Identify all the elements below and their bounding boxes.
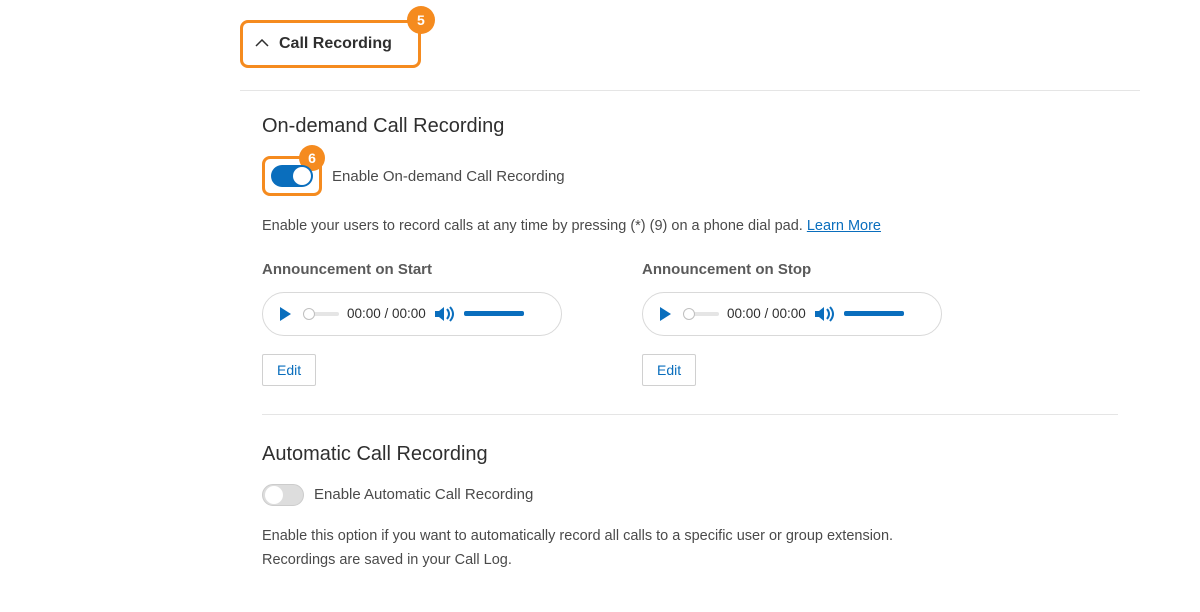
- divider: [240, 90, 1140, 91]
- on-demand-toggle[interactable]: [271, 165, 313, 187]
- on-demand-section: On-demand Call Recording 6 Enable On-dem…: [240, 115, 1140, 573]
- automatic-description: Enable this option if you want to automa…: [262, 524, 902, 573]
- play-button-start[interactable]: [273, 302, 297, 326]
- automatic-title: Automatic Call Recording: [262, 443, 1118, 466]
- time-display-stop: 00:00 / 00:00: [727, 306, 806, 321]
- automatic-toggle-label: Enable Automatic Call Recording: [314, 486, 533, 503]
- edit-start-button[interactable]: Edit: [262, 354, 316, 386]
- volume-bar-start[interactable]: [464, 311, 524, 316]
- automatic-toggle[interactable]: [262, 484, 304, 506]
- audio-player-start: 00:00 / 00:00: [262, 292, 562, 336]
- on-demand-description: Enable your users to record calls at any…: [262, 214, 1118, 239]
- time-display-start: 00:00 / 00:00: [347, 306, 426, 321]
- seek-bar-stop[interactable]: [685, 312, 719, 316]
- volume-bar-stop[interactable]: [844, 311, 904, 316]
- call-recording-collapse-header[interactable]: Call Recording: [240, 20, 421, 68]
- learn-more-link[interactable]: Learn More: [807, 218, 881, 234]
- audio-player-stop: 00:00 / 00:00: [642, 292, 942, 336]
- announcement-start-label: Announcement on Start: [262, 261, 562, 278]
- announcement-start: Announcement on Start 00:00 / 00:00 Edit: [262, 261, 562, 386]
- divider: [262, 414, 1118, 415]
- announcement-stop-label: Announcement on Stop: [642, 261, 942, 278]
- volume-icon[interactable]: [434, 305, 456, 323]
- on-demand-description-text: Enable your users to record calls at any…: [262, 218, 807, 234]
- play-button-stop[interactable]: [653, 302, 677, 326]
- edit-stop-button[interactable]: Edit: [642, 354, 696, 386]
- volume-icon[interactable]: [814, 305, 836, 323]
- announcement-stop: Announcement on Stop 00:00 / 00:00 Edit: [642, 261, 942, 386]
- seek-bar-start[interactable]: [305, 312, 339, 316]
- on-demand-title: On-demand Call Recording: [262, 115, 1118, 138]
- on-demand-toggle-label: Enable On-demand Call Recording: [332, 168, 565, 185]
- section-title: Call Recording: [279, 35, 392, 53]
- chevron-up-icon: [255, 39, 269, 49]
- step-badge-5: 5: [407, 6, 435, 34]
- toggle-highlight-box: 6: [262, 156, 322, 196]
